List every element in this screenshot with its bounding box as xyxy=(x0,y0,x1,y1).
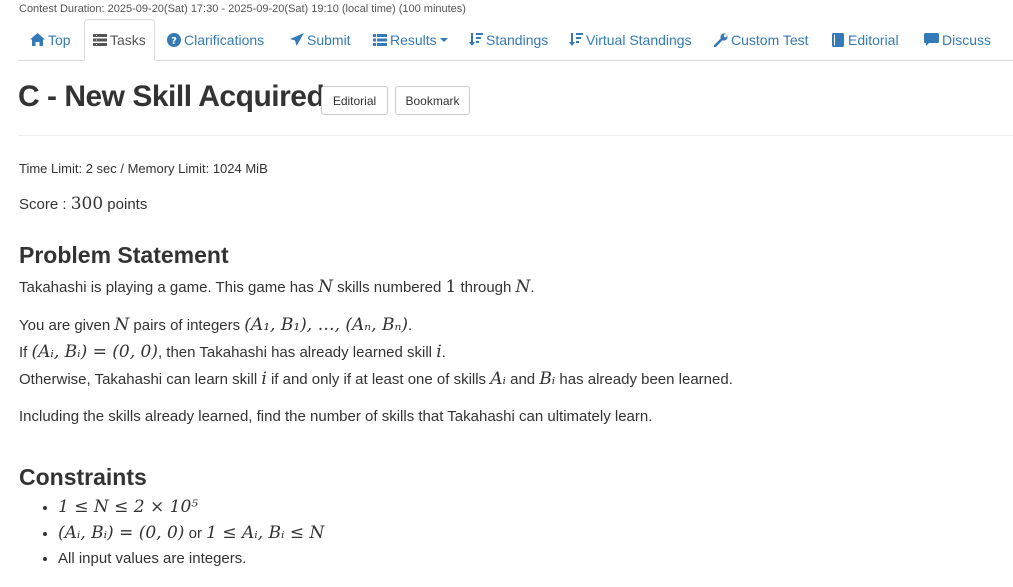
contest-nav-tabs: Top Tasks ? Clarifications Submit Result… xyxy=(18,19,1013,61)
nav-results-dropdown[interactable]: Results xyxy=(373,19,448,60)
math-bi: Bᵢ xyxy=(539,369,556,389)
contest-duration: Contest Duration: 2025-09-20(Sat) 17:30 … xyxy=(19,3,466,15)
nav-tasks-label: Tasks xyxy=(110,32,146,48)
nav-standings[interactable]: Standings xyxy=(469,19,548,60)
math-n: N xyxy=(318,277,333,297)
math-zero-pair: (Aᵢ, Bᵢ) = (0, 0) xyxy=(31,342,158,362)
nav-custom-test-label: Custom Test xyxy=(731,31,809,48)
sort-amount-icon xyxy=(469,33,483,46)
text: through xyxy=(456,279,516,296)
nav-submit-label: Submit xyxy=(307,31,351,48)
nav-tasks[interactable]: Tasks xyxy=(84,19,155,61)
title-divider xyxy=(18,135,1013,136)
list-icon xyxy=(373,33,387,46)
nav-editorial[interactable]: Editorial xyxy=(832,19,899,60)
constraints-list: 1 ≤ N ≤ 2 × 10⁵ (Aᵢ, Bᵢ) = (0, 0) or 1 ≤… xyxy=(40,494,324,572)
svg-text:?: ? xyxy=(171,36,177,47)
nav-virtual-standings[interactable]: Virtual Standings xyxy=(569,19,692,60)
nav-top[interactable]: Top xyxy=(30,19,71,60)
statement-para-3: If (Aᵢ, Bᵢ) = (0, 0), then Takahashi has… xyxy=(19,342,446,362)
chevron-down-icon xyxy=(439,37,448,42)
question-circle-icon: ? xyxy=(167,32,181,47)
nav-top-label: Top xyxy=(48,31,71,48)
editorial-button[interactable]: Editorial xyxy=(321,86,388,115)
math-pairs: (A₁, B₁), …, (Aₙ, Bₙ) xyxy=(244,315,409,335)
tasks-list-icon xyxy=(93,34,107,46)
text: . xyxy=(441,344,446,361)
list-item: 1 ≤ N ≤ 2 × 10⁵ xyxy=(58,494,324,520)
math-n: N xyxy=(515,277,531,297)
nav-clarifications[interactable]: ? Clarifications xyxy=(167,19,264,60)
text: If xyxy=(19,344,32,361)
math-n: N xyxy=(114,315,130,335)
problem-statement-heading: Problem Statement xyxy=(19,242,229,268)
score-unit: points xyxy=(103,196,148,213)
send-icon xyxy=(290,33,304,46)
nav-submit[interactable]: Submit xyxy=(290,19,351,60)
book-icon xyxy=(832,32,844,47)
nav-discuss-label: Discuss xyxy=(942,31,992,48)
text: . xyxy=(530,279,535,296)
comment-icon xyxy=(924,33,939,46)
nav-results-label: Results xyxy=(390,31,437,48)
text: , then Takahashi has already learned ski… xyxy=(157,344,437,361)
text: and xyxy=(505,371,540,388)
text: Otherwise, Takahashi can learn skill xyxy=(19,371,262,388)
constraints-heading: Constraints xyxy=(19,464,147,490)
nav-standings-label: Standings xyxy=(486,31,549,48)
text: skills numbered xyxy=(332,279,446,296)
math-one: 1 xyxy=(445,277,457,297)
home-icon xyxy=(30,33,45,46)
score-label: Score : xyxy=(19,196,71,213)
wrench-icon xyxy=(714,32,728,47)
nav-discuss[interactable]: Discuss xyxy=(924,19,991,60)
nav-virtual-standings-label: Virtual Standings xyxy=(586,31,692,48)
sort-amount-icon xyxy=(569,33,583,46)
statement-para-4: Otherwise, Takahashi can learn skill i i… xyxy=(19,369,733,389)
limits-text: Time Limit: 2 sec / Memory Limit: 1024 M… xyxy=(19,161,268,176)
math-constraint: 1 ≤ Aᵢ, Bᵢ ≤ N xyxy=(206,523,325,543)
nav-editorial-label: Editorial xyxy=(848,31,899,48)
statement-para-1: Takahashi is playing a game. This game h… xyxy=(19,277,535,297)
list-item: (Aᵢ, Bᵢ) = (0, 0) or 1 ≤ Aᵢ, Bᵢ ≤ N xyxy=(58,520,324,546)
text: pairs of integers xyxy=(129,317,245,334)
math-constraint: 1 ≤ N ≤ 2 × 10⁵ xyxy=(58,497,199,517)
bookmark-button[interactable]: Bookmark xyxy=(395,86,470,115)
score-line: Score : 300 points xyxy=(19,194,147,214)
statement-para-2: You are given N pairs of integers (A₁, B… xyxy=(19,315,412,335)
statement-para-5: Including the skills already learned, fi… xyxy=(19,408,653,425)
text: has already been learned. xyxy=(555,371,733,388)
math-constraint: (Aᵢ, Bᵢ) = (0, 0) xyxy=(58,523,185,543)
nav-custom-test[interactable]: Custom Test xyxy=(714,19,809,60)
text: Takahashi is playing a game. This game h… xyxy=(19,279,319,296)
nav-clarifications-label: Clarifications xyxy=(184,31,265,48)
score-value: 300 xyxy=(70,194,104,214)
text: if and only if at least one of skills xyxy=(266,371,491,388)
math-ai: Aᵢ xyxy=(490,369,506,389)
list-item: All input values are integers. xyxy=(58,546,324,572)
page-title: C - New Skill Acquired xyxy=(18,80,325,113)
text: . xyxy=(408,317,413,334)
text: or xyxy=(184,525,207,542)
text: You are given xyxy=(19,317,115,334)
